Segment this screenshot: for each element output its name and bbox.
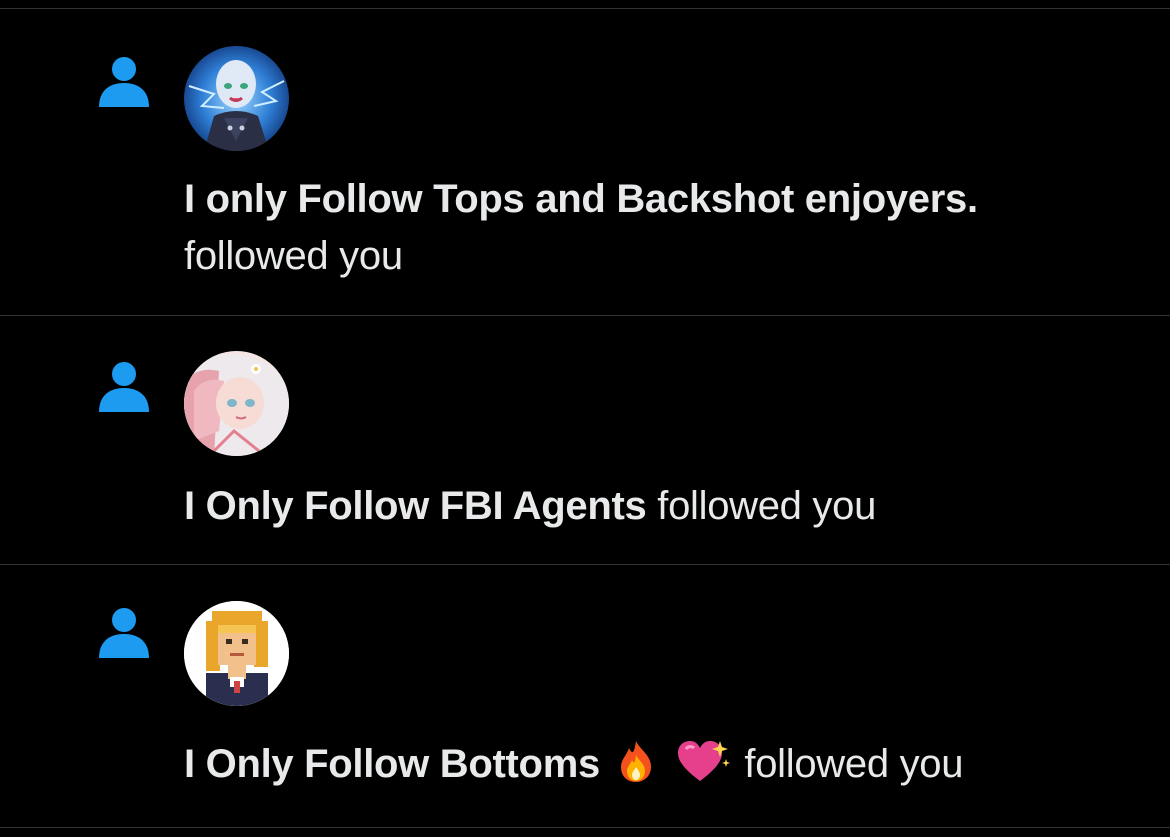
user-avatar[interactable] bbox=[184, 46, 289, 151]
notification-item[interactable]: I Only Follow Bottoms followed you bbox=[0, 565, 1170, 827]
pixel-art-blonde-man-avatar bbox=[184, 601, 289, 706]
notification-text: I only Follow Tops and Backshot enjoyers… bbox=[184, 171, 1110, 285]
person-icon bbox=[99, 362, 149, 412]
notifications-feed: I only Follow Tops and Backshot enjoyers… bbox=[0, 0, 1170, 837]
divider bbox=[0, 827, 1170, 828]
notification-text: I Only Follow FBI Agents followed you bbox=[184, 478, 1110, 535]
notification-action: followed you bbox=[184, 234, 403, 278]
follower-name[interactable]: I Only Follow FBI Agents bbox=[184, 484, 647, 528]
notification-item[interactable]: I Only Follow FBI Agents followed you bbox=[0, 316, 1170, 564]
follower-name[interactable]: I only Follow Tops and Backshot enjoyers… bbox=[184, 177, 978, 221]
notification-action: followed you bbox=[744, 742, 964, 786]
notification-action: followed you bbox=[657, 484, 877, 528]
anime-character-blue-lightning-avatar bbox=[184, 46, 289, 151]
anime-girl-pink-white-hair-avatar bbox=[184, 351, 289, 456]
user-avatar[interactable] bbox=[184, 601, 289, 706]
sparkling-heart-emoji bbox=[677, 741, 730, 781]
notification-text: I Only Follow Bottoms followed you bbox=[184, 736, 1110, 793]
person-icon bbox=[99, 57, 149, 107]
person-icon bbox=[99, 608, 149, 658]
follower-name[interactable]: I Only Follow Bottoms bbox=[184, 742, 600, 786]
fire-emoji bbox=[620, 741, 651, 782]
notification-item[interactable]: I only Follow Tops and Backshot enjoyers… bbox=[0, 9, 1170, 315]
user-avatar[interactable] bbox=[184, 351, 289, 456]
